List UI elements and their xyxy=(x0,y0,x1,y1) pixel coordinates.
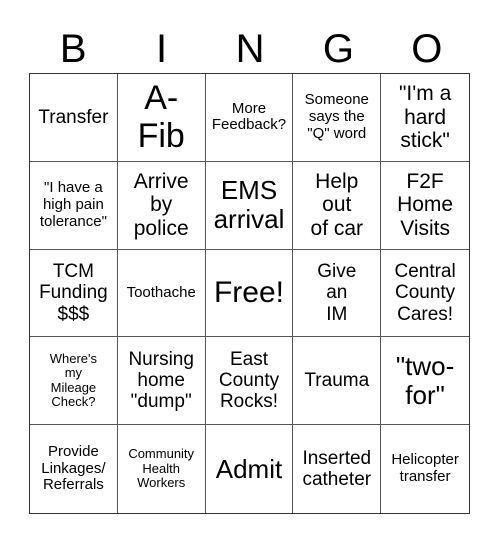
bingo-cell[interactable]: Nursing home "dump" xyxy=(117,337,206,426)
header-letter-g: G xyxy=(322,27,354,71)
bingo-cell[interactable]: Helicopter transfer xyxy=(381,425,469,513)
bingo-cell[interactable]: A- Fib xyxy=(117,74,206,162)
bingo-cell[interactable]: Someone says the "Q" word xyxy=(293,74,382,162)
bingo-cell-free[interactable]: Free! xyxy=(205,249,294,338)
header-letter-i: I xyxy=(156,27,168,71)
bingo-cell[interactable]: Provide Linkages/ Referrals xyxy=(30,425,118,513)
bingo-cell[interactable]: EMS arrival xyxy=(205,161,294,250)
bingo-cell[interactable]: Inserted catheter xyxy=(293,425,382,513)
bingo-cell[interactable]: More Feedback? xyxy=(205,74,294,162)
bingo-cell[interactable]: Transfer xyxy=(30,74,118,162)
bingo-cell[interactable]: F2F Home Visits xyxy=(381,162,469,250)
bingo-header: B I N G O xyxy=(29,26,471,72)
bingo-cell[interactable]: Central County Cares! xyxy=(381,250,469,338)
bingo-cell[interactable]: Toothache xyxy=(117,249,206,338)
header-letter-n: N xyxy=(235,27,265,71)
header-letter-o: O xyxy=(411,27,443,71)
bingo-cell[interactable]: "I have a high pain tolerance" xyxy=(30,161,118,250)
bingo-cell[interactable]: East County Rocks! xyxy=(205,337,294,426)
bingo-card: Transfer A- Fib More Feedback? Someone s… xyxy=(29,73,470,514)
bingo-cell[interactable]: Give an IM xyxy=(293,249,382,338)
bingo-cell[interactable]: "two- for" xyxy=(381,337,469,426)
bingo-cell[interactable]: Community Health Workers xyxy=(118,425,206,513)
bingo-cell[interactable]: Help out of car xyxy=(293,161,382,250)
bingo-cell[interactable]: Arrive by police xyxy=(117,161,206,250)
header-letter-b: B xyxy=(59,27,87,71)
bingo-cell[interactable]: Admit xyxy=(206,425,294,513)
bingo-cell[interactable]: TCM Funding $$$ xyxy=(30,249,118,338)
bingo-cell[interactable]: "I'm a hard stick" xyxy=(381,74,469,162)
bingo-cell[interactable]: Where's my Mileage Check? xyxy=(30,337,118,426)
bingo-cell[interactable]: Trauma xyxy=(293,337,382,426)
